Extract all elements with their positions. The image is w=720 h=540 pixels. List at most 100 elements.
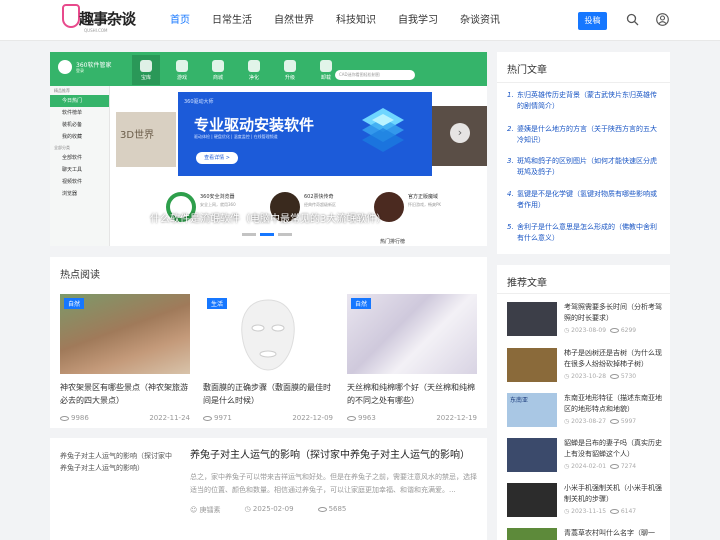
- slide-tab-treasury: 宝库: [132, 55, 160, 85]
- recommended-thumbnail[interactable]: [507, 438, 557, 472]
- article-views: 5685: [317, 505, 359, 515]
- recommended-meta: ◷ 2023-08-27 5997: [564, 418, 637, 425]
- slider-caption[interactable]: 什么软件是流氓软件（电脑中最常见的3大流氓软件）: [150, 210, 386, 225]
- nav-news[interactable]: 杂谈资讯: [460, 0, 500, 41]
- article-excerpt: 总之，家中养兔子可以带来吉祥运气和好处。但是在养兔子之前，需要注意风水的禁忌，选…: [190, 473, 477, 494]
- view-count: 9986: [71, 414, 89, 422]
- slide-card-left-text: 3D世界: [120, 130, 155, 141]
- article-thumbnail[interactable]: 养兔子对主人运气的影响（探讨家中养兔子对主人运气的影响）: [60, 450, 176, 474]
- slide-side-item: 全部软件: [62, 155, 83, 161]
- rank-number: 2.: [507, 125, 514, 133]
- view-count: 5685: [328, 505, 347, 513]
- site-header: 趣事杂谈 QUSHI.COM 首页 日常生活 自然世界 科技知识 自我学习 杂谈…: [0, 0, 720, 41]
- recommended-thumbnail[interactable]: [507, 483, 557, 517]
- recommended-item-title[interactable]: 青蒿草农村叫什么名字（聊一: [564, 528, 664, 540]
- site-logo[interactable]: 趣事杂谈: [79, 8, 136, 29]
- post-button[interactable]: 投稿: [578, 12, 607, 30]
- card-image[interactable]: 自然: [347, 294, 477, 374]
- recommended-item[interactable]: 小米手机强制关机（小米手机强制关机的步骤） ◷ 2023-11-15 6147: [507, 483, 662, 517]
- article-date: ◷ 2025-02-09: [244, 505, 294, 513]
- date-value: 2025-02-09: [252, 505, 294, 513]
- scroll-arrow-icon[interactable]: ›: [450, 123, 470, 143]
- hot-article-link[interactable]: 氢键是不是化学键（氢键对物质有哪些影响或者作用）: [517, 189, 662, 211]
- slide-tab-uninstall: 卸载: [312, 55, 340, 85]
- category-badge[interactable]: 自然: [64, 298, 85, 309]
- slide-app: 官方正版魔域 怀旧游戏，畅爽PK: [374, 190, 464, 230]
- eye-icon: [609, 509, 619, 514]
- rank-number: 3.: [507, 157, 514, 165]
- slide-side-item: 今日热门: [50, 95, 109, 107]
- hot-article-item[interactable]: 4. 氢键是不是化学键（氢键对物质有哪些影响或者作用）: [507, 189, 662, 211]
- category-badge[interactable]: 生活: [207, 298, 228, 309]
- slide-app-topbar: 360软件管家 登录 宝库 游戏 商城 净化 升级 卸载 CAD迷你看图轻松制图: [50, 52, 487, 86]
- card-title[interactable]: 敷面膜的正确步骤（敷面膜的最佳时间是什么时候）: [203, 381, 333, 407]
- recommended-meta: ◷ 2023-08-09 6299: [564, 327, 637, 334]
- recommended-item-title[interactable]: 东南亚地形特征（描述东南亚地区的地形特点和地貌）: [564, 393, 664, 415]
- slide-app-desc: 怀旧游戏，畅爽PK: [408, 202, 442, 207]
- hot-article-item[interactable]: 3. 斑鸠和鸽子的区别图片（如何才能快速区分虎斑鸠及鸽子）: [507, 156, 662, 178]
- divider: [497, 293, 670, 294]
- nav-self-study[interactable]: 自我学习: [398, 0, 438, 41]
- card-title[interactable]: 天丝棉和纯棉哪个好（天丝棉和纯棉的不同之处有哪些）: [347, 381, 477, 407]
- hot-article-item[interactable]: 5. 舍利子是什么意思是怎么形成的（佛教中舍利有什么意义）: [507, 222, 662, 244]
- card-image[interactable]: 生活: [203, 294, 333, 374]
- slider-dot-active[interactable]: [260, 233, 274, 236]
- view-count: 6147: [620, 508, 637, 515]
- banner-title: 专业驱动安装软件: [194, 116, 315, 134]
- slide-app-name: 官方正版魔域: [408, 194, 439, 200]
- recommended-item[interactable]: 考驾照需要多长时间（分析考驾照的时长要求） ◷ 2023-08-09 6299: [507, 302, 662, 336]
- app-logo-icon: [58, 60, 72, 74]
- recommended-item[interactable]: 貂蝉是吕布的妻子吗（真实历史上有没有貂蝉这个人） ◷ 2024-02-01 72…: [507, 438, 662, 472]
- article-title[interactable]: 养兔子对主人运气的影响（探讨家中养兔子对主人运气的影响）: [190, 449, 480, 463]
- hot-article-item[interactable]: 2. 婆姨是什么地方的方言（关于陕西方言的五大冷知识）: [507, 124, 662, 146]
- slide-side-item: 浏览器: [62, 191, 78, 197]
- face-mask-icon: [241, 299, 295, 371]
- hero-slider[interactable]: 360软件管家 登录 宝库 游戏 商城 净化 升级 卸载 CAD迷你看图轻松制图…: [50, 52, 487, 246]
- hot-article-link[interactable]: 东归英雄传历史背景（蒙古武侠片东归英雄传的剧情简介）: [517, 90, 662, 112]
- nav-nature[interactable]: 自然世界: [274, 0, 314, 41]
- recommended-item[interactable]: 东南亚 东南亚地形特征（描述东南亚地区的地形特点和地貌） ◷ 2023-08-2…: [507, 393, 662, 427]
- recommended-item-title[interactable]: 小米手机强制关机（小米手机强制关机的步骤）: [564, 483, 664, 505]
- nav-tech[interactable]: 科技知识: [336, 0, 376, 41]
- hot-article-link[interactable]: 婆姨是什么地方的方言（关于陕西方言的五大冷知识）: [517, 124, 662, 146]
- recommended-item[interactable]: 青蒿草农村叫什么名字（聊一: [507, 528, 662, 540]
- recommended-item-title[interactable]: 柿子是凶树还是吉树（为什么现在很多人纷纷砍掉柿子树）: [564, 348, 664, 370]
- card-image[interactable]: 自然: [60, 294, 190, 374]
- eye-icon: [317, 506, 327, 512]
- eye-icon: [347, 415, 356, 421]
- recommended-item[interactable]: 柿子是凶树还是吉树（为什么现在很多人纷纷砍掉柿子树） ◷ 2023-10-28 …: [507, 348, 662, 382]
- nav-home[interactable]: 首页: [170, 0, 190, 41]
- card-date: 2022-12-19: [436, 414, 477, 422]
- recommended-item-title[interactable]: 考驾照需要多长时间（分析考驾照的时长要求）: [564, 302, 664, 324]
- hot-article-link[interactable]: 斑鸠和鸽子的区别图片（如何才能快速区分虎斑鸠及鸽子）: [517, 156, 662, 178]
- recommended-thumbnail[interactable]: [507, 302, 557, 336]
- category-badge[interactable]: 自然: [351, 298, 372, 309]
- hot-read-card[interactable]: 自然 神农架景区有哪些景点（神农架旅游必去的四大景点） 9986 2022-11…: [60, 294, 190, 422]
- recommended-thumbnail[interactable]: [507, 348, 557, 382]
- hot-article-item[interactable]: 1. 东归英雄传历史背景（蒙古武侠片东归英雄传的剧情简介）: [507, 90, 662, 112]
- slide-side-item: 视频软件: [62, 179, 83, 185]
- recommended-item-title[interactable]: 貂蝉是吕布的妻子吗（真实历史上有没有貂蝉这个人）: [564, 438, 664, 460]
- rank-number: 1.: [507, 91, 514, 99]
- eye-icon: [203, 415, 212, 421]
- slider-dot[interactable]: [242, 233, 256, 236]
- slider-dot[interactable]: [278, 233, 292, 236]
- slide-app-desc: 经典传奇超级新区: [304, 202, 336, 207]
- recommended-thumbnail[interactable]: [507, 528, 557, 540]
- card-title[interactable]: 神农架景区有哪些景点（神农架旅游必去的四大景点）: [60, 381, 190, 407]
- slide-bottom-link: 热门排行榜: [380, 239, 406, 245]
- hot-article-link[interactable]: 舍利子是什么意思是怎么形成的（佛教中舍利有什么意义）: [517, 222, 662, 244]
- date-value: 2024-02-01: [571, 463, 607, 470]
- date-value: 2023-11-15: [571, 508, 607, 515]
- hot-read-card[interactable]: 自然 天丝棉和纯棉哪个好（天丝棉和纯棉的不同之处有哪些） 9963 2022-1…: [347, 294, 477, 422]
- search-icon[interactable]: [626, 13, 639, 26]
- nav-daily-life[interactable]: 日常生活: [212, 0, 252, 41]
- hot-read-card[interactable]: 生活 敷面膜的正确步骤（敷面膜的最佳时间是什么时候） 9971 2022-12-…: [203, 294, 333, 422]
- user-icon[interactable]: [656, 13, 669, 26]
- hot-articles-panel: 热门文章 1. 东归英雄传历史背景（蒙古武侠片东归英雄传的剧情简介） 2. 婆姨是什…: [497, 52, 670, 254]
- article-meta: ☺ 庚镭素 ◷ 2025-02-09 5685: [190, 505, 370, 515]
- recommended-thumbnail[interactable]: 东南亚: [507, 393, 557, 427]
- article-list-item[interactable]: 养兔子对主人运气的影响（探讨家中养兔子对主人运气的影响） 养兔子对主人运气的影响…: [50, 438, 487, 540]
- recommended-meta: ◷ 2024-02-01 7274: [564, 463, 637, 470]
- slide-side-item: 聊天工具: [62, 167, 83, 173]
